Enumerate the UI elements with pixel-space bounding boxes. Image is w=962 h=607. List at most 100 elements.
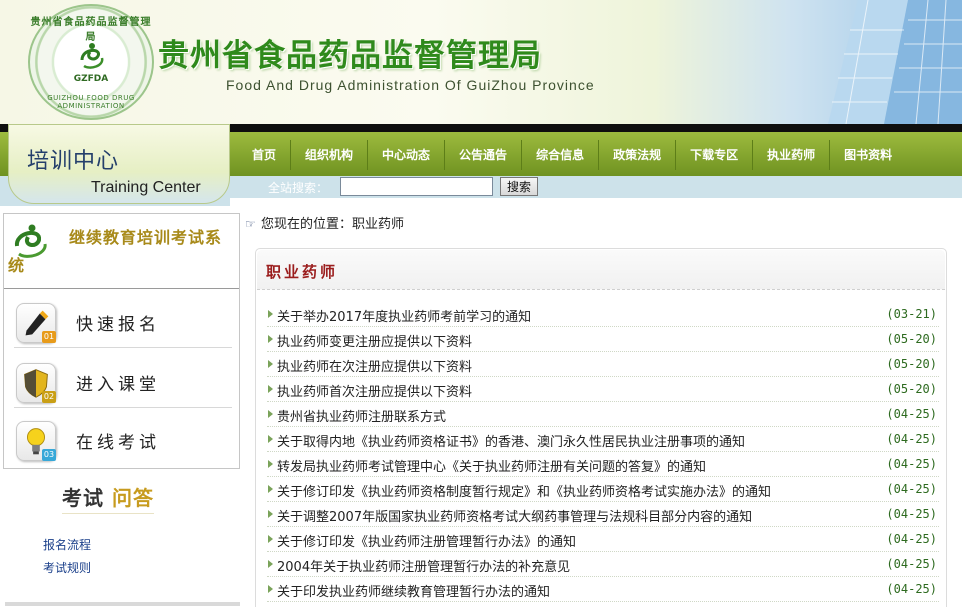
news-date: (05-20) <box>886 332 937 346</box>
online-exam-label: 在线考试 <box>76 433 160 453</box>
search-input[interactable] <box>340 177 493 196</box>
seal-bottom-text: GUIZHOU FOOD DRUG ADMINISTRATION <box>47 94 135 110</box>
nav-menu: 首页 组织机构 中心动态 公告通告 综合信息 政策法规 下载专区 执业药师 图书… <box>238 140 906 170</box>
exam-system-panel: 继续教育培训考试系统 01 快速报名 02 进入课堂 03 在线考试 <box>3 213 240 469</box>
seal-abbreviation: GZFDA <box>73 74 109 84</box>
exam-rules-link[interactable]: 考试规则 <box>43 559 91 576</box>
news-panel-title: 职业药师 <box>266 263 339 281</box>
site-title: 贵州省食品药品监督管理局 <box>158 38 542 74</box>
step-number-badge: 03 <box>42 449 56 461</box>
news-date: (05-20) <box>886 357 937 371</box>
bullet-arrow-icon <box>268 310 273 318</box>
list-item: 执业药师变更注册应提供以下资料 (05-20) <box>267 327 939 352</box>
news-panel-header: 职业药师 <box>257 250 945 290</box>
news-title-link[interactable]: 关于取得内地《执业药师资格证书》的香港、澳门永久性居民执业注册事项的通知 <box>277 431 745 450</box>
nav-item-general-info[interactable]: 综合信息 <box>522 140 600 170</box>
nav-item-library[interactable]: 图书资料 <box>830 140 906 170</box>
step-number-badge: 01 <box>42 331 56 343</box>
list-item: 关于调整2007年版国家执业药师资格考试大纲药事管理与法规科目部分内容的通知 (0… <box>267 502 939 527</box>
pen-icon: 01 <box>16 303 56 343</box>
list-item: 转发局执业药师考试管理中心《关于执业药师注册有关问题的答复》的通知 (04-25) <box>267 452 939 477</box>
nav-item-policies[interactable]: 政策法规 <box>599 140 677 170</box>
list-item: 关于举办2017年度执业药师考前学习的通知 (03-21) <box>267 302 939 327</box>
news-title-link[interactable]: 关于印发执业药师继续教育管理暂行办法的通知 <box>277 581 550 600</box>
news-title-link[interactable]: 2004年关于执业药师注册管理暂行办法的补充意见 <box>277 556 570 575</box>
news-date: (04-25) <box>886 557 937 571</box>
enter-classroom-label: 进入课堂 <box>76 375 160 395</box>
news-title-link[interactable]: 执业药师首次注册应提供以下资料 <box>277 381 472 400</box>
news-title-link[interactable]: 关于修订印发《执业药师资格制度暂行规定》和《执业药师资格考试实施办法》的通知 <box>277 481 771 500</box>
news-title-link[interactable]: 贵州省执业药师注册联系方式 <box>277 406 446 425</box>
list-item: 关于修订印发《执业药师注册管理暂行办法》的通知 (04-25) <box>267 527 939 552</box>
bullet-arrow-icon <box>268 560 273 568</box>
bullet-arrow-icon <box>268 360 273 368</box>
news-date: (04-25) <box>886 582 937 596</box>
bullet-arrow-icon <box>268 535 273 543</box>
bullet-arrow-icon <box>268 385 273 393</box>
bullet-arrow-icon <box>268 585 273 593</box>
training-center-subtitle: Training Center <box>91 179 201 196</box>
news-title-link[interactable]: 关于修订印发《执业药师注册管理暂行办法》的通知 <box>277 531 576 550</box>
news-date: (03-21) <box>886 307 937 321</box>
bullet-arrow-icon <box>268 435 273 443</box>
site-subtitle: Food And Drug Administration Of GuiZhou … <box>226 77 595 93</box>
news-list: 关于举办2017年度执业药师考前学习的通知 (03-21) 执业药师变更注册应提供… <box>267 302 939 602</box>
enter-classroom-button[interactable]: 02 进入课堂 <box>14 358 232 408</box>
list-item: 2004年关于执业药师注册管理暂行办法的补充意见 (04-25) <box>267 552 939 577</box>
nav-item-downloads[interactable]: 下载专区 <box>676 140 754 170</box>
news-title-link[interactable]: 执业药师变更注册应提供以下资料 <box>277 331 472 350</box>
breadcrumb-text: 您现在的位置：职业药师 <box>261 217 405 232</box>
news-title-link[interactable]: 关于调整2007年版国家执业药师资格考试大纲药事管理与法规科目部分内容的通知 <box>277 506 752 525</box>
quick-signup-label: 快速报名 <box>76 315 160 335</box>
news-panel: 职业药师 关于举办2017年度执业药师考前学习的通知 (03-21) 执业药师变更… <box>255 248 947 607</box>
breadcrumb: ☞ 您现在的位置：职业药师 <box>245 213 404 232</box>
news-date: (04-25) <box>886 482 937 496</box>
list-item: 执业药师首次注册应提供以下资料 (05-20) <box>267 377 939 402</box>
exam-qa-heading-part1: 考试 <box>62 486 104 510</box>
bullet-arrow-icon <box>268 460 273 468</box>
list-item: 关于修订印发《执业药师资格制度暂行规定》和《执业药师资格考试实施办法》的通知 (0… <box>267 477 939 502</box>
news-date: (04-25) <box>886 507 937 521</box>
list-item: 贵州省执业药师注册联系方式 (04-25) <box>267 402 939 427</box>
news-title-link[interactable]: 转发局执业药师考试管理中心《关于执业药师注册有关问题的答复》的通知 <box>277 456 706 475</box>
news-date: (04-25) <box>886 457 937 471</box>
skyscraper-graphic-icon <box>828 0 962 124</box>
exam-qa-heading-part2: 问答 <box>111 486 154 510</box>
left-bottom-divider <box>5 602 240 606</box>
training-center-tab: 培训中心 Training Center <box>8 124 230 204</box>
search-button[interactable]: 搜索 <box>500 177 538 196</box>
pointing-hand-icon: ☞ <box>245 217 256 231</box>
nav-item-center-news[interactable]: 中心动态 <box>368 140 446 170</box>
nav-item-home[interactable]: 首页 <box>238 140 292 170</box>
list-item: 关于取得内地《执业药师资格证书》的香港、澳门永久性居民执业注册事项的通知 (04-… <box>267 427 939 452</box>
list-item: 执业药师在次注册应提供以下资料 (05-20) <box>267 352 939 377</box>
bullet-arrow-icon <box>268 410 273 418</box>
news-date: (05-20) <box>886 382 937 396</box>
news-title-link[interactable]: 执业药师在次注册应提供以下资料 <box>277 356 472 375</box>
exam-system-header: 继续教育培训考试系统 <box>4 214 239 289</box>
step-number-badge: 02 <box>42 391 56 403</box>
training-center-title: 培训中心 <box>27 149 120 174</box>
news-date: (04-25) <box>886 432 937 446</box>
nav-item-pharmacist[interactable]: 执业药师 <box>753 140 831 170</box>
bullet-arrow-icon <box>268 335 273 343</box>
shield-icon: 02 <box>16 363 56 403</box>
site-search-bar: 全站搜索： 搜索 <box>230 176 962 198</box>
search-label: 全站搜索： <box>268 181 329 195</box>
bullet-arrow-icon <box>268 485 273 493</box>
seal-top-text: 贵州省食品药品监督管理局 <box>30 17 152 43</box>
news-date: (04-25) <box>886 407 937 421</box>
quick-signup-button[interactable]: 01 快速报名 <box>14 298 232 348</box>
news-title-link[interactable]: 关于举办2017年度执业药师考前学习的通知 <box>277 306 531 325</box>
lightbulb-icon: 03 <box>16 421 56 461</box>
agency-seal-icon: 贵州省食品药品监督管理局 GZFDA GUIZHOU FOOD DRUG ADM… <box>28 4 154 120</box>
bullet-arrow-icon <box>268 510 273 518</box>
exam-qa-heading: 考试 问答 <box>62 482 154 514</box>
news-date: (04-25) <box>886 532 937 546</box>
exam-system-title: 继续教育培训考试系统 <box>8 228 223 275</box>
online-exam-button[interactable]: 03 在线考试 <box>14 416 232 466</box>
swirl-mark-icon <box>80 43 104 69</box>
nav-item-organization[interactable]: 组织机构 <box>291 140 369 170</box>
signup-process-link[interactable]: 报名流程 <box>43 536 91 553</box>
nav-item-announcements[interactable]: 公告通告 <box>445 140 523 170</box>
